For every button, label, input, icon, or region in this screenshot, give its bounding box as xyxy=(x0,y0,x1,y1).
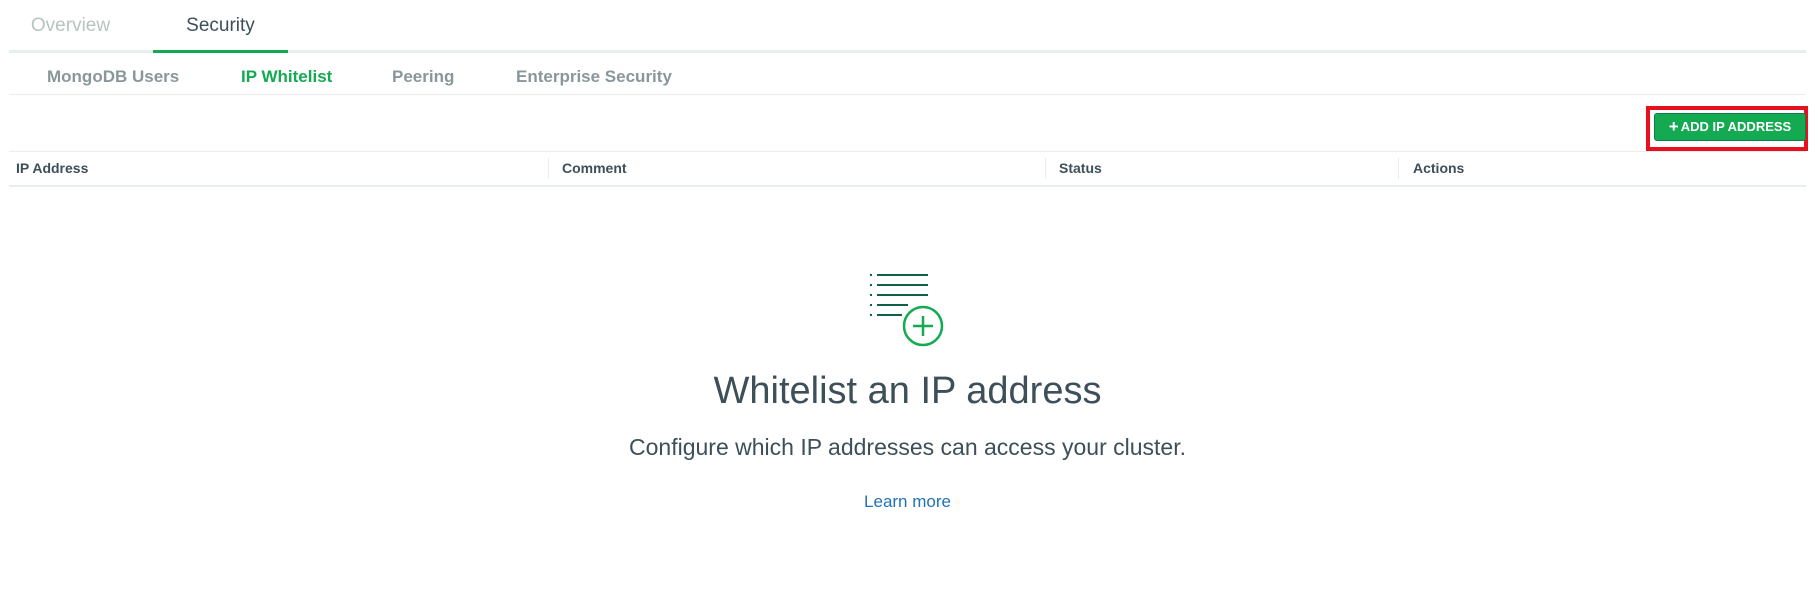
learn-more-row: Learn more xyxy=(0,492,1815,512)
column-comment[interactable]: Comment xyxy=(562,152,627,185)
subtab-enterprise-security[interactable]: Enterprise Security xyxy=(516,53,672,94)
column-divider xyxy=(1045,158,1046,179)
add-ip-address-label: ADD IP ADDRESS xyxy=(1680,119,1792,134)
sub-tab-bar: MongoDB Users IP Whitelist Peering Enter… xyxy=(9,53,1806,95)
column-ip-address[interactable]: IP Address xyxy=(16,152,88,185)
column-divider xyxy=(548,158,549,179)
tab-security[interactable]: Security xyxy=(153,0,288,53)
subtab-peering[interactable]: Peering xyxy=(392,53,454,94)
empty-state-subtitle: Configure which IP addresses can access … xyxy=(629,434,1186,460)
top-tab-bar: Overview Security xyxy=(9,0,1806,53)
plus-icon: + xyxy=(1668,117,1679,136)
column-actions: Actions xyxy=(1413,160,1465,176)
empty-state-title: Whitelist an IP address xyxy=(713,370,1102,412)
column-divider xyxy=(1398,158,1399,179)
learn-more-link[interactable]: Learn more xyxy=(864,492,951,511)
subtab-mongodb-users[interactable]: MongoDB Users xyxy=(47,53,179,94)
ip-whitelist-page: Overview Security MongoDB Users IP White… xyxy=(0,0,1815,614)
subtab-ip-whitelist[interactable]: IP Whitelist xyxy=(241,53,332,94)
ip-table-header: IP Address Comment Status Actions xyxy=(9,151,1806,187)
list-add-icon xyxy=(870,274,944,347)
add-ip-address-button[interactable]: + ADD IP ADDRESS xyxy=(1654,113,1806,141)
column-status[interactable]: Status xyxy=(1059,152,1102,185)
tab-overview[interactable]: Overview xyxy=(14,0,127,50)
